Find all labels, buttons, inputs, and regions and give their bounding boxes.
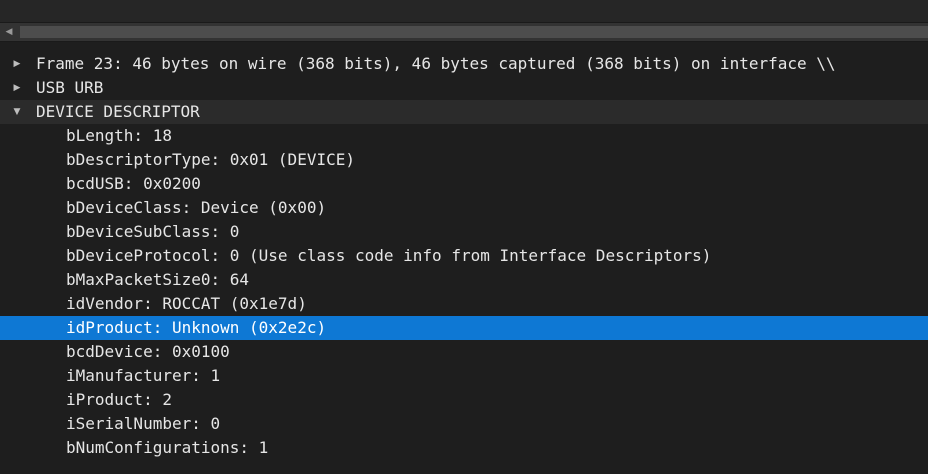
tree-row-label: USB URB [36, 78, 104, 97]
collapse-triangle-icon[interactable]: ▼ [9, 100, 25, 124]
tree-row-label: bDescriptorType: 0x01 (DEVICE) [66, 150, 355, 169]
tree-row-selected[interactable]: idProduct: Unknown (0x2e2c) [0, 316, 928, 340]
tree-row[interactable]: iProduct: 2 [0, 388, 928, 412]
expand-triangle-icon[interactable]: ▶ [9, 76, 25, 100]
tree-row-label: idVendor: ROCCAT (0x1e7d) [66, 294, 307, 313]
tree-row-label: bDeviceClass: Device (0x00) [66, 198, 327, 217]
tree-row[interactable]: iManufacturer: 1 [0, 364, 928, 388]
tree-row[interactable]: bDeviceProtocol: 0 (Use class code info … [0, 244, 928, 268]
tree-row[interactable]: bDeviceClass: Device (0x00) [0, 196, 928, 220]
tree-row-label: bcdUSB: 0x0200 [66, 174, 201, 193]
tree-row-label: bDeviceSubClass: 0 [66, 222, 240, 241]
tree-row-label: idProduct: Unknown (0x2e2c) [66, 318, 327, 337]
tree-row-label: bMaxPacketSize0: 64 [66, 270, 250, 289]
tree-row-label: bLength: 18 [66, 126, 172, 145]
tree-row[interactable]: bDeviceSubClass: 0 [0, 220, 928, 244]
tree-section-row[interactable]: ▶ USB URB [0, 76, 928, 100]
tree-row-label: Frame 23: 46 bytes on wire (368 bits), 4… [36, 54, 836, 73]
tree-row-label: bNumConfigurations: 1 [66, 438, 269, 457]
tree-section-row[interactable]: ▶ Frame 23: 46 bytes on wire (368 bits), … [0, 52, 928, 76]
tree-section-row[interactable]: ▼ DEVICE DESCRIPTOR [0, 100, 928, 124]
tree-row-label: iProduct: 2 [66, 390, 172, 409]
tree-row[interactable]: bMaxPacketSize0: 64 [0, 268, 928, 292]
top-pane-edge [0, 0, 928, 22]
horizontal-scrollbar[interactable]: ◀ [0, 22, 928, 42]
tree-row[interactable]: iSerialNumber: 0 [0, 412, 928, 436]
tree-row-label: iSerialNumber: 0 [66, 414, 221, 433]
tree-row[interactable]: idVendor: ROCCAT (0x1e7d) [0, 292, 928, 316]
tree-row[interactable]: bLength: 18 [0, 124, 928, 148]
expand-triangle-icon[interactable]: ▶ [9, 52, 25, 76]
scroll-left-arrow-icon[interactable]: ◀ [0, 23, 18, 41]
tree-row[interactable]: bcdDevice: 0x0100 [0, 340, 928, 364]
tree-row[interactable]: bcdUSB: 0x0200 [0, 172, 928, 196]
scrollbar-thumb[interactable] [20, 26, 928, 38]
tree-row[interactable]: bDescriptorType: 0x01 (DEVICE) [0, 148, 928, 172]
tree-row-label: bDeviceProtocol: 0 (Use class code info … [66, 246, 712, 265]
tree-row-label: bcdDevice: 0x0100 [66, 342, 230, 361]
tree-row-label: iManufacturer: 1 [66, 366, 221, 385]
packet-details-tree: ▶ Frame 23: 46 bytes on wire (368 bits), … [0, 50, 928, 474]
tree-row-label: DEVICE DESCRIPTOR [36, 102, 200, 121]
tree-row[interactable]: bNumConfigurations: 1 [0, 436, 928, 460]
